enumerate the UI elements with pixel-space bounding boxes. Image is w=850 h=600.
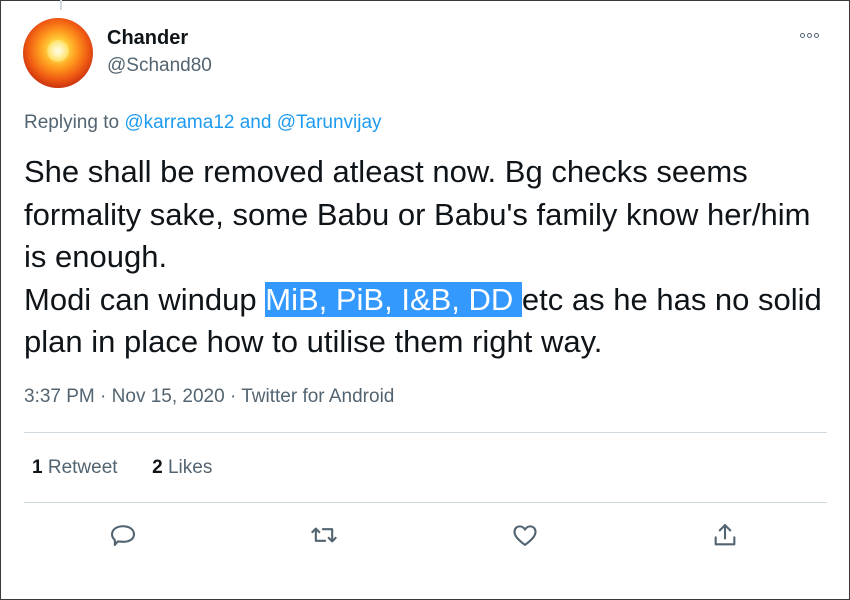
replying-to-label: Replying to — [24, 112, 120, 133]
tweet-paragraph-1: She shall be removed atleast now. Bg che… — [24, 154, 811, 274]
avatar[interactable] — [23, 18, 93, 88]
retweet-button[interactable] — [304, 515, 344, 555]
author-display-name[interactable]: Chander — [107, 27, 188, 50]
retweets-stat[interactable]: 1 Retweet — [32, 457, 118, 478]
tweet-text-before-highlight: Modi can windup — [24, 281, 266, 317]
tweet-date[interactable]: Nov 15, 2020 — [112, 386, 225, 407]
author-handle[interactable]: @Schand80 — [107, 55, 212, 77]
reply-icon — [110, 525, 136, 546]
divider — [24, 432, 827, 433]
tweet-text: She shall be removed atleast now. Bg che… — [24, 151, 824, 364]
tweet-source: Twitter for Android — [241, 386, 395, 407]
replying-to-line: Replying to @karrama12 and @Tarunvijay — [24, 112, 382, 134]
retweets-label: Retweet — [47, 457, 118, 478]
tweet-time[interactable]: 3:37 PM — [24, 386, 95, 407]
like-button[interactable] — [505, 515, 545, 555]
more-options-icon[interactable] — [800, 28, 826, 42]
tweet-metadata: 3:37 PM · Nov 15, 2020 · Twitter for And… — [24, 386, 394, 408]
engagement-stats: 1 Retweet 2 Likes — [32, 457, 212, 479]
tweet-paragraph-2: Modi can windup MiB, PiB, I&B, DD etc as… — [24, 279, 824, 364]
like-icon — [513, 525, 537, 546]
reply-button[interactable] — [103, 515, 143, 555]
likes-label: Likes — [167, 457, 213, 478]
replying-to-conjunction[interactable]: and — [240, 112, 272, 133]
retweet-icon — [311, 527, 337, 543]
mention-link-tarunvijay[interactable]: @Tarunvijay — [277, 112, 382, 133]
selected-text-highlight: MiB, PiB, I&B, DD — [265, 281, 522, 317]
divider-2 — [24, 502, 827, 503]
meta-separator-2: · — [229, 386, 237, 407]
thread-connector-line — [60, 0, 62, 10]
share-icon — [714, 524, 736, 546]
likes-stat[interactable]: 2 Likes — [152, 457, 212, 478]
meta-separator: · — [100, 386, 107, 407]
likes-count: 2 — [152, 457, 163, 478]
share-button[interactable] — [705, 515, 745, 555]
action-bar — [0, 515, 850, 561]
mention-link-karrama12[interactable]: @karrama12 — [124, 112, 234, 133]
retweets-count: 1 — [32, 457, 43, 478]
